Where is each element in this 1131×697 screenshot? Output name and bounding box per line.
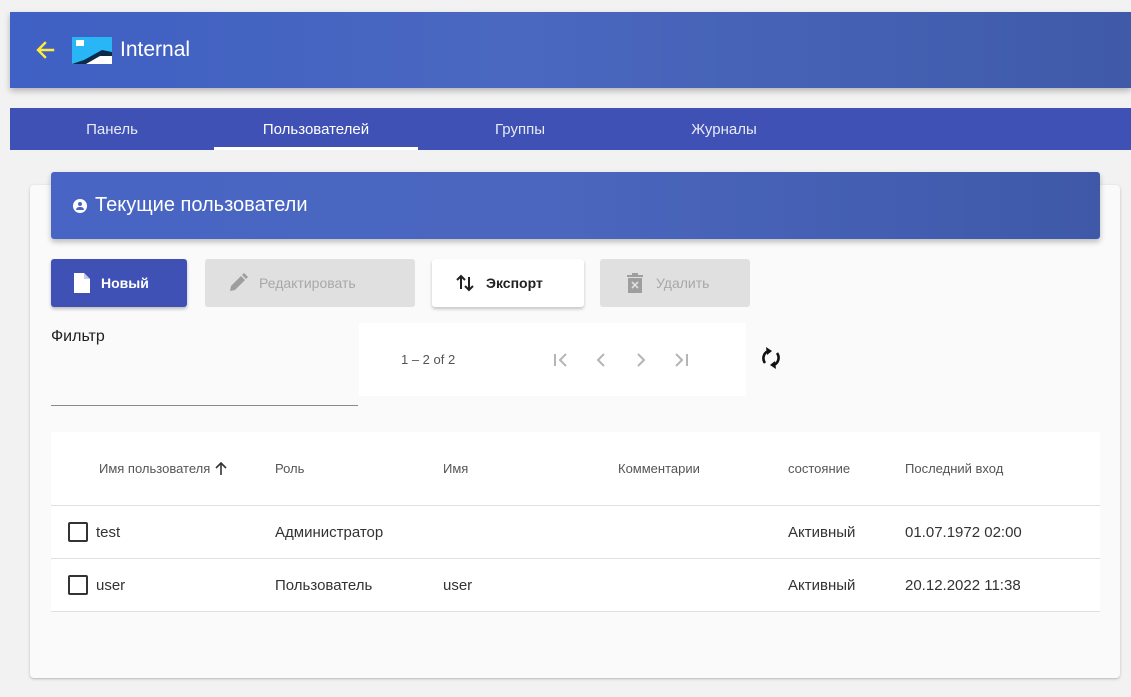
- app-logo-icon: [72, 36, 112, 64]
- column-header-comments[interactable]: Комментарии: [618, 461, 788, 476]
- arrow-left-icon: [36, 41, 55, 59]
- column-header-name[interactable]: Имя: [443, 461, 618, 476]
- tab-groups[interactable]: Группы: [418, 108, 622, 150]
- tab-panel[interactable]: Панель: [10, 108, 214, 150]
- app-root: Internal Панель Пользователей Группы Жур…: [0, 0, 1131, 697]
- chevron-right-icon: [637, 352, 646, 367]
- cell-username: user: [96, 576, 126, 594]
- paginator: 1 – 2 of 2: [359, 323, 746, 396]
- trash-icon: [624, 272, 646, 294]
- back-button[interactable]: [34, 39, 56, 61]
- row-checkbox[interactable]: [68, 575, 88, 595]
- column-header-role[interactable]: Роль: [273, 461, 443, 476]
- users-table: Имя пользователя Роль Имя Комментарии со…: [51, 432, 1100, 612]
- account-circle-icon: [73, 198, 87, 213]
- tab-logs[interactable]: Журналы: [622, 108, 826, 150]
- table-header: Имя пользователя Роль Имя Комментарии со…: [51, 432, 1100, 506]
- file-icon: [71, 272, 93, 294]
- swap-vertical-icon: [454, 272, 476, 294]
- export-button[interactable]: Экспорт: [432, 259, 584, 307]
- table-row[interactable]: test Администратор Активный 01.07.1972 0…: [51, 506, 1100, 559]
- tab-users[interactable]: Пользователей: [214, 108, 418, 150]
- cell-role: Администратор: [275, 523, 384, 541]
- card-title: Текущие пользователи: [95, 194, 308, 216]
- app-title: Internal: [120, 38, 191, 61]
- filter-label: Фильтр: [51, 328, 105, 345]
- first-page-icon: [554, 352, 567, 367]
- table-row[interactable]: user Пользователь user Активный 20.12.20…: [51, 559, 1100, 612]
- cell-role: Пользователь: [275, 576, 373, 594]
- app-bar: Internal: [10, 12, 1131, 88]
- cell-state: Активный: [788, 523, 856, 541]
- next-page-button[interactable]: [621, 340, 661, 380]
- tab-bar: Панель Пользователей Группы Журналы: [10, 108, 1131, 150]
- card-header: Текущие пользователи: [51, 172, 1100, 239]
- column-header-username[interactable]: Имя пользователя: [51, 461, 273, 476]
- export-button-label: Экспорт: [486, 275, 543, 291]
- column-header-last-login[interactable]: Последний вход: [905, 461, 1100, 476]
- prev-page-button[interactable]: [581, 340, 621, 380]
- delete-button-label: Удалить: [656, 275, 710, 291]
- new-button-label: Новый: [101, 275, 149, 291]
- range-label: 1 – 2 of 2: [401, 352, 456, 367]
- column-header-state[interactable]: состояние: [788, 461, 905, 476]
- filter-input[interactable]: [51, 350, 358, 406]
- cell-last-login: 01.07.1972 02:00: [905, 523, 1022, 541]
- pencil-icon: [227, 272, 249, 294]
- row-checkbox[interactable]: [68, 522, 88, 542]
- first-page-button[interactable]: [541, 340, 581, 380]
- last-page-icon: [675, 352, 688, 367]
- column-label-username: Имя пользователя: [99, 461, 211, 476]
- edit-button[interactable]: Редактировать: [205, 259, 415, 307]
- cell-username: test: [96, 523, 121, 541]
- cell-name: user: [443, 576, 473, 594]
- sort-arrow-up-icon: [215, 461, 227, 476]
- cell-last-login: 20.12.2022 11:38: [905, 576, 1021, 594]
- refresh-icon[interactable]: [759, 345, 783, 371]
- last-page-button[interactable]: [661, 340, 701, 380]
- new-button[interactable]: Новый: [51, 259, 187, 307]
- delete-button[interactable]: Удалить: [600, 259, 750, 307]
- chevron-left-icon: [596, 352, 605, 367]
- edit-button-label: Редактировать: [259, 275, 356, 291]
- cell-state: Активный: [788, 576, 856, 594]
